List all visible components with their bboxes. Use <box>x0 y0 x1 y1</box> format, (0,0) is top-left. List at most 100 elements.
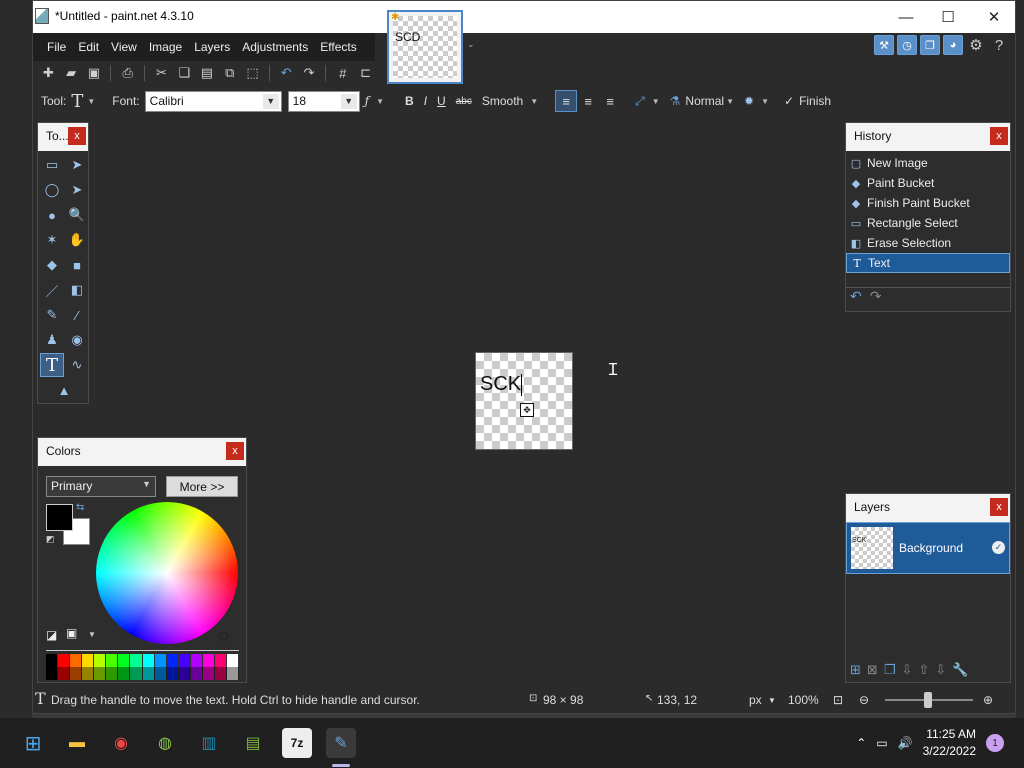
palette-swatch[interactable] <box>190 667 203 680</box>
new-file-icon[interactable]: ✚ <box>39 64 58 82</box>
move-layer-down-icon[interactable]: ⇩ <box>935 662 946 678</box>
underline-button[interactable]: U <box>437 94 446 108</box>
open-file-icon[interactable]: ▰ <box>62 64 81 82</box>
network-icon[interactable]: ▭ <box>876 736 887 750</box>
palette-swatch[interactable] <box>178 667 191 680</box>
palette-swatch[interactable] <box>190 654 203 667</box>
chevron-down-icon[interactable]: ▼ <box>530 97 538 106</box>
layer-visibility-checkbox[interactable]: ✓ <box>992 541 1005 554</box>
palette-swatch[interactable] <box>118 654 131 667</box>
layers-panel-close-button[interactable]: x <box>990 498 1008 516</box>
duplicate-layer-icon[interactable]: ❐ <box>884 662 896 678</box>
undo-icon[interactable]: ↶ <box>277 64 296 82</box>
copy-icon[interactable]: ❏ <box>175 64 194 82</box>
palette-swatch[interactable] <box>70 654 83 667</box>
history-item-erase-selection[interactable]: ◧ Erase Selection <box>846 233 1010 253</box>
zoom-to-window-icon[interactable]: ⊡ <box>833 693 843 707</box>
rulers-icon[interactable]: ⊏ <box>356 64 375 82</box>
paint-bucket-tool[interactable]: ◆ <box>40 253 64 277</box>
image-tab-thumbnail[interactable]: ✱ SCD <box>387 10 463 84</box>
palette-swatch[interactable] <box>70 667 83 680</box>
start-menu-icon[interactable]: ⊞ <box>18 728 48 758</box>
help-icon[interactable]: ? <box>989 35 1009 55</box>
blend-mode-select[interactable]: Normal <box>685 94 724 108</box>
layers-window-toggle-icon[interactable]: ❐ <box>920 35 940 55</box>
merge-layer-down-icon[interactable]: ⇩ <box>901 662 912 678</box>
palette-swatch[interactable] <box>166 654 179 667</box>
zoom-slider-thumb[interactable] <box>924 692 932 708</box>
app-green-icon[interactable]: ◍ <box>150 728 180 758</box>
history-item-rectangle-select[interactable]: ▭ Rectangle Select <box>846 213 1010 233</box>
layer-properties-icon[interactable]: 🔧 <box>952 662 968 678</box>
undo-icon[interactable]: ↶ <box>850 288 862 305</box>
palette-swatch[interactable] <box>46 654 59 667</box>
colors-window-toggle-icon[interactable]: ◕ <box>943 35 963 55</box>
strikethrough-button[interactable]: abc <box>456 96 472 107</box>
line-curve-tool[interactable]: ∿ <box>65 353 89 377</box>
crop-icon[interactable]: ⧉ <box>220 64 239 82</box>
palette-swatch[interactable] <box>214 667 227 680</box>
chevron-down-icon[interactable]: ▼ <box>652 97 660 106</box>
palette-swatch[interactable] <box>82 654 95 667</box>
palette-swatch[interactable] <box>106 654 119 667</box>
zoom-out-icon[interactable]: ⊖ <box>859 693 869 707</box>
text-tool-icon[interactable]: T <box>71 91 83 112</box>
chevron-down-icon[interactable]: ▼ <box>761 97 769 106</box>
palette-swatch[interactable] <box>166 667 179 680</box>
palette-menu-icon[interactable]: ▣ <box>66 626 77 640</box>
save-icon[interactable]: ▣ <box>85 64 104 82</box>
palette-swatch[interactable] <box>226 667 239 680</box>
palette-swatch[interactable] <box>178 654 191 667</box>
palette-swatch[interactable] <box>202 667 215 680</box>
palette-swatch[interactable] <box>118 667 131 680</box>
palette-swatch[interactable] <box>142 667 155 680</box>
history-window-toggle-icon[interactable]: ◷ <box>897 35 917 55</box>
font-family-select[interactable]: Calibri ▼ <box>144 90 282 112</box>
eraser-tool[interactable]: ◧ <box>65 278 89 302</box>
palette-swatch[interactable] <box>154 667 167 680</box>
move-selected-tool[interactable]: ➤ <box>65 153 89 177</box>
units-select[interactable]: px <box>749 693 762 707</box>
palette-swatch[interactable] <box>214 654 227 667</box>
recolor-tool[interactable]: ◉ <box>65 328 89 352</box>
more-colors-button[interactable]: More >> <box>166 476 238 497</box>
maximize-button[interactable]: ☐ <box>925 1 971 33</box>
7zip-icon[interactable]: 7z <box>282 728 312 758</box>
palette-swatch[interactable] <box>46 667 59 680</box>
palette-swatch[interactable] <box>58 667 71 680</box>
minimize-button[interactable]: — <box>883 1 929 33</box>
chrome-icon[interactable]: ◉ <box>106 728 136 758</box>
palette-swatch[interactable] <box>154 654 167 667</box>
font-size-select[interactable]: 18 ▼ <box>287 90 360 112</box>
font-fallback-icon[interactable]: ƒ <box>365 94 369 108</box>
chevron-down-icon[interactable]: ▼ <box>768 696 776 705</box>
selection-clipping-icon[interactable]: ✹ <box>744 94 754 108</box>
pan-tool[interactable]: ✋ <box>65 228 89 252</box>
settings-gear-icon[interactable]: ⚙ <box>966 35 986 55</box>
ellipse-select-tool[interactable]: ● <box>40 203 64 227</box>
paintnet-taskbar-icon[interactable]: ✎ <box>326 728 356 758</box>
tool-chooser-caret-icon[interactable]: ▼ <box>87 97 95 106</box>
history-item-new-image[interactable]: ▢ New Image <box>846 153 1010 173</box>
color-wheel-knob[interactable] <box>219 632 228 641</box>
antialiasing-select[interactable]: Smooth <box>482 94 523 108</box>
menu-image[interactable]: Image <box>143 33 188 61</box>
palette-swatch[interactable] <box>106 667 119 680</box>
zoom-in-icon[interactable]: ⊕ <box>983 693 993 707</box>
pencil-tool[interactable]: ✎ <box>40 303 64 327</box>
primary-secondary-select[interactable]: Primary ▼ <box>46 476 156 497</box>
italic-button[interactable]: I <box>424 94 427 108</box>
clone-stamp-tool[interactable]: ♟ <box>40 328 64 352</box>
app-blue-icon[interactable]: ▥ <box>194 728 224 758</box>
paintbrush-tool[interactable]: ／ <box>40 278 64 302</box>
palette-swatch[interactable] <box>94 667 107 680</box>
notification-badge[interactable]: 1 <box>986 734 1004 752</box>
magic-wand-tool[interactable]: ✶ <box>40 228 64 252</box>
file-explorer-icon[interactable]: ▬ <box>62 728 92 758</box>
align-left-button[interactable]: ≡ <box>555 90 578 112</box>
palette-swatch[interactable] <box>202 654 215 667</box>
tools-window-toggle-icon[interactable]: ⚒ <box>874 35 894 55</box>
add-to-palette-icon[interactable]: ◪ <box>46 628 57 642</box>
align-center-button[interactable]: ≡ <box>577 90 599 112</box>
history-panel-close-button[interactable]: x <box>990 127 1008 145</box>
